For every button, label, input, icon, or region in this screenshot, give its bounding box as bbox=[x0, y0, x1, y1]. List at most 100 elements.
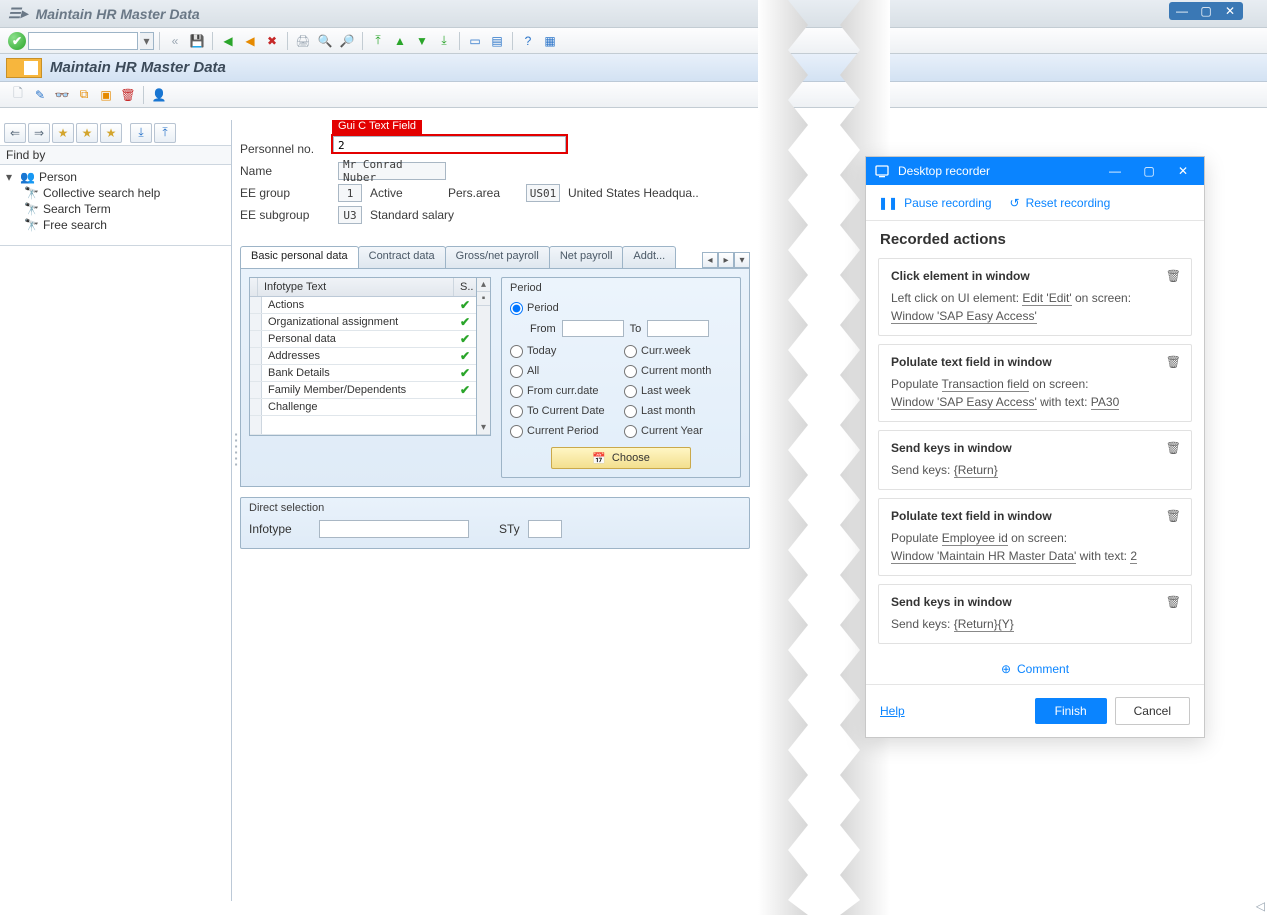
find-next-icon[interactable]: 🔎 bbox=[337, 31, 357, 51]
tab-gross-net-payroll[interactable]: Gross/net payroll bbox=[445, 246, 550, 268]
card-link[interactable]: Transaction field bbox=[942, 377, 1030, 392]
table-row[interactable]: Addresses✔ bbox=[250, 348, 476, 365]
recorder-close-button[interactable]: ✕ bbox=[1170, 161, 1196, 181]
nav-right-icon[interactable]: ⇒ bbox=[28, 123, 50, 143]
table-row[interactable]: Challenge bbox=[250, 399, 476, 416]
enter-button[interactable]: ✔ bbox=[8, 32, 26, 50]
row-selector[interactable] bbox=[250, 331, 262, 347]
row-selector[interactable] bbox=[250, 314, 262, 330]
layout-icon[interactable]: ▤ bbox=[487, 31, 507, 51]
command-dropdown-button[interactable]: ▾ bbox=[140, 32, 154, 50]
delimit-icon[interactable]: ▣ bbox=[96, 85, 116, 105]
tab-scroll-left-icon[interactable]: ◂ bbox=[702, 252, 718, 268]
resize-grip-icon[interactable]: ◁ bbox=[1256, 899, 1265, 913]
card-link[interactable]: 2 bbox=[1130, 549, 1137, 564]
table-row[interactable]: Actions✔ bbox=[250, 297, 476, 314]
scroll-down-icon[interactable]: ▾ bbox=[477, 421, 490, 435]
period-radio-curr-week[interactable]: Curr.week bbox=[624, 341, 732, 361]
next-page-icon[interactable]: ▼ bbox=[412, 31, 432, 51]
tab-additional[interactable]: Addt... bbox=[622, 246, 676, 268]
nav-star2-icon[interactable]: ★ bbox=[76, 123, 98, 143]
tree-search-term[interactable]: 🔭 Search Term bbox=[24, 201, 225, 217]
tree-collective-search[interactable]: 🔭 Collective search help bbox=[24, 185, 225, 201]
nav-star1-icon[interactable]: ★ bbox=[52, 123, 74, 143]
first-page-icon[interactable]: ⤒ bbox=[368, 31, 388, 51]
row-selector[interactable] bbox=[250, 399, 262, 415]
recorder-minimize-button[interactable]: — bbox=[1102, 161, 1128, 181]
help-link[interactable]: Help bbox=[880, 704, 905, 718]
table-row[interactable]: Personal data✔ bbox=[250, 331, 476, 348]
period-radio-current-month[interactable]: Current month bbox=[624, 361, 732, 381]
period-radio-period[interactable]: Period bbox=[510, 298, 732, 318]
nav-star3-icon[interactable]: ★ bbox=[100, 123, 122, 143]
nav-left-icon[interactable]: ⇐ bbox=[4, 123, 26, 143]
table-row[interactable]: Bank Details✔ bbox=[250, 365, 476, 382]
tab-contract-data[interactable]: Contract data bbox=[358, 246, 446, 268]
tree-free-search[interactable]: 🔭 Free search bbox=[24, 217, 225, 233]
card-link[interactable]: {Return} bbox=[954, 463, 998, 478]
choose-button[interactable]: 📅 Choose bbox=[551, 447, 691, 469]
cancel-icon[interactable]: ✖ bbox=[262, 31, 282, 51]
nav-down-icon[interactable]: ⤓ bbox=[130, 123, 152, 143]
back-chevron-icon[interactable]: « bbox=[165, 31, 185, 51]
back-icon[interactable]: ◀ bbox=[218, 31, 238, 51]
tab-scroll-right-icon[interactable]: ▸ bbox=[718, 252, 734, 268]
recorder-maximize-button[interactable]: ▢ bbox=[1136, 161, 1162, 181]
row-selector[interactable] bbox=[250, 382, 262, 398]
prev-page-icon[interactable]: ▲ bbox=[390, 31, 410, 51]
card-link[interactable]: PA30 bbox=[1091, 395, 1119, 410]
period-radio-from-curr-date[interactable]: From curr.date bbox=[510, 381, 618, 401]
save-icon[interactable]: 💾 bbox=[187, 31, 207, 51]
card-link[interactable]: {Return}{Y} bbox=[954, 617, 1014, 632]
nav-up-icon[interactable]: ⤒ bbox=[154, 123, 176, 143]
card-link[interactable]: Window 'SAP Easy Access' bbox=[891, 395, 1037, 410]
card-link[interactable]: Edit 'Edit' bbox=[1022, 291, 1071, 306]
row-selector[interactable] bbox=[250, 348, 262, 364]
table-row[interactable]: Family Member/Dependents✔ bbox=[250, 382, 476, 399]
delete-card-icon[interactable]: 🗑 bbox=[1166, 509, 1181, 523]
reset-recording-button[interactable]: ↺ Reset recording bbox=[1010, 196, 1111, 210]
help-icon[interactable]: ? bbox=[518, 31, 538, 51]
grid-scrollbar[interactable]: ▴ ▪ ▾ bbox=[477, 277, 491, 436]
find-icon[interactable]: 🔍 bbox=[315, 31, 335, 51]
sty-input[interactable] bbox=[528, 520, 562, 538]
exit-icon[interactable]: ◀ bbox=[240, 31, 260, 51]
period-radio-current-period[interactable]: Current Period bbox=[510, 421, 618, 441]
card-link[interactable]: Window 'Maintain HR Master Data' bbox=[891, 549, 1076, 564]
display-icon[interactable]: 👓 bbox=[52, 85, 72, 105]
overview-icon[interactable]: 👤 bbox=[149, 85, 169, 105]
scroll-up-icon[interactable]: ▴ bbox=[477, 278, 490, 292]
splitter-grip[interactable]: ▪▪▪▪▪▪ bbox=[233, 420, 239, 480]
period-radio-all[interactable]: All bbox=[510, 361, 618, 381]
menu-icon[interactable]: ☰▸ bbox=[8, 5, 28, 22]
minimize-button[interactable]: — bbox=[1171, 3, 1193, 19]
last-page-icon[interactable]: ⤓ bbox=[434, 31, 454, 51]
cancel-button[interactable]: Cancel bbox=[1115, 697, 1190, 725]
period-from-input[interactable] bbox=[562, 320, 624, 337]
create-icon[interactable]: 🗋 bbox=[8, 85, 28, 105]
print-icon[interactable]: 🖨 bbox=[293, 31, 313, 51]
add-comment-button[interactable]: ⊕ Comment bbox=[866, 654, 1204, 684]
close-button[interactable]: ✕ bbox=[1219, 3, 1241, 19]
maximize-button[interactable]: ▢ bbox=[1195, 3, 1217, 19]
delete-card-icon[interactable]: 🗑 bbox=[1166, 441, 1181, 455]
period-radio-last-month[interactable]: Last month bbox=[624, 401, 732, 421]
command-field[interactable] bbox=[28, 32, 138, 50]
settings-icon[interactable]: ▦ bbox=[540, 31, 560, 51]
finish-button[interactable]: Finish bbox=[1035, 698, 1107, 724]
copy-icon[interactable]: ⧉ bbox=[74, 85, 94, 105]
period-to-input[interactable] bbox=[647, 320, 709, 337]
period-radio-current-year[interactable]: Current Year bbox=[624, 421, 732, 441]
new-session-icon[interactable]: ▭ bbox=[465, 31, 485, 51]
card-link[interactable]: Employee id bbox=[942, 531, 1008, 546]
row-selector[interactable] bbox=[250, 297, 262, 313]
pause-recording-button[interactable]: ❚❚ Pause recording bbox=[878, 196, 992, 210]
delete-card-icon[interactable]: 🗑 bbox=[1166, 355, 1181, 369]
delete-card-icon[interactable]: 🗑 bbox=[1166, 595, 1181, 609]
tab-list-icon[interactable]: ▾ bbox=[734, 252, 750, 268]
table-row[interactable]: Organizational assignment✔ bbox=[250, 314, 476, 331]
card-link[interactable]: Window 'SAP Easy Access' bbox=[891, 309, 1037, 324]
period-radio-to-current-date[interactable]: To Current Date bbox=[510, 401, 618, 421]
period-radio-last-week[interactable]: Last week bbox=[624, 381, 732, 401]
edit-icon[interactable]: ✎ bbox=[30, 85, 50, 105]
